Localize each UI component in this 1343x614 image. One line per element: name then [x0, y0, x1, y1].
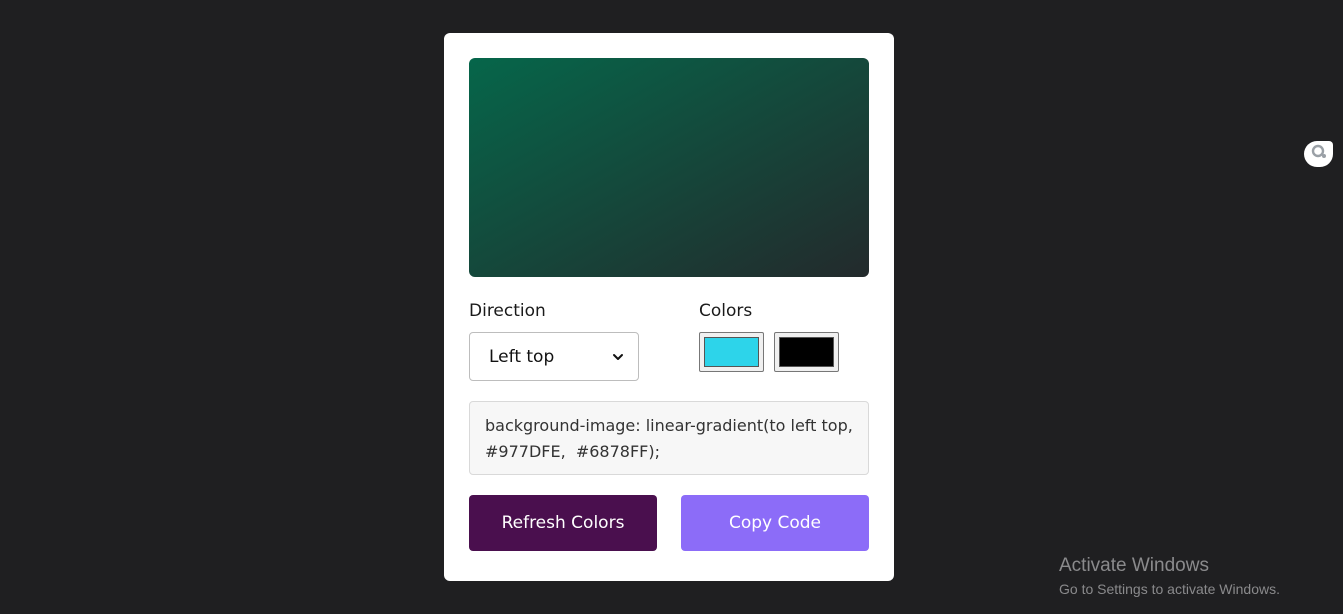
color-picker-1[interactable]: [699, 332, 764, 372]
color-picker-2[interactable]: [774, 332, 839, 372]
direction-label: Direction: [469, 301, 546, 321]
side-widget-button[interactable]: [1304, 141, 1333, 167]
windows-activation-watermark: Activate Windows Go to Settings to activ…: [1059, 555, 1280, 600]
camera-lens-icon: [1310, 143, 1328, 165]
gradient-generator-card: Direction Colors Left top background-ima…: [444, 33, 894, 581]
color-swatch-1: [704, 337, 759, 367]
copy-code-button[interactable]: Copy Code: [681, 495, 869, 551]
gradient-preview: [469, 58, 869, 277]
watermark-subtitle: Go to Settings to activate Windows.: [1059, 581, 1280, 597]
colors-label: Colors: [699, 301, 753, 321]
watermark-title: Activate Windows: [1059, 555, 1209, 576]
direction-select-value: Left top: [489, 346, 555, 367]
refresh-colors-button[interactable]: Refresh Colors: [469, 495, 657, 551]
css-code-textarea[interactable]: background-image: linear-gradient(to lef…: [469, 401, 869, 475]
direction-select[interactable]: Left top: [469, 332, 639, 381]
chevron-down-icon: [612, 351, 624, 363]
color-swatch-2: [779, 337, 834, 367]
